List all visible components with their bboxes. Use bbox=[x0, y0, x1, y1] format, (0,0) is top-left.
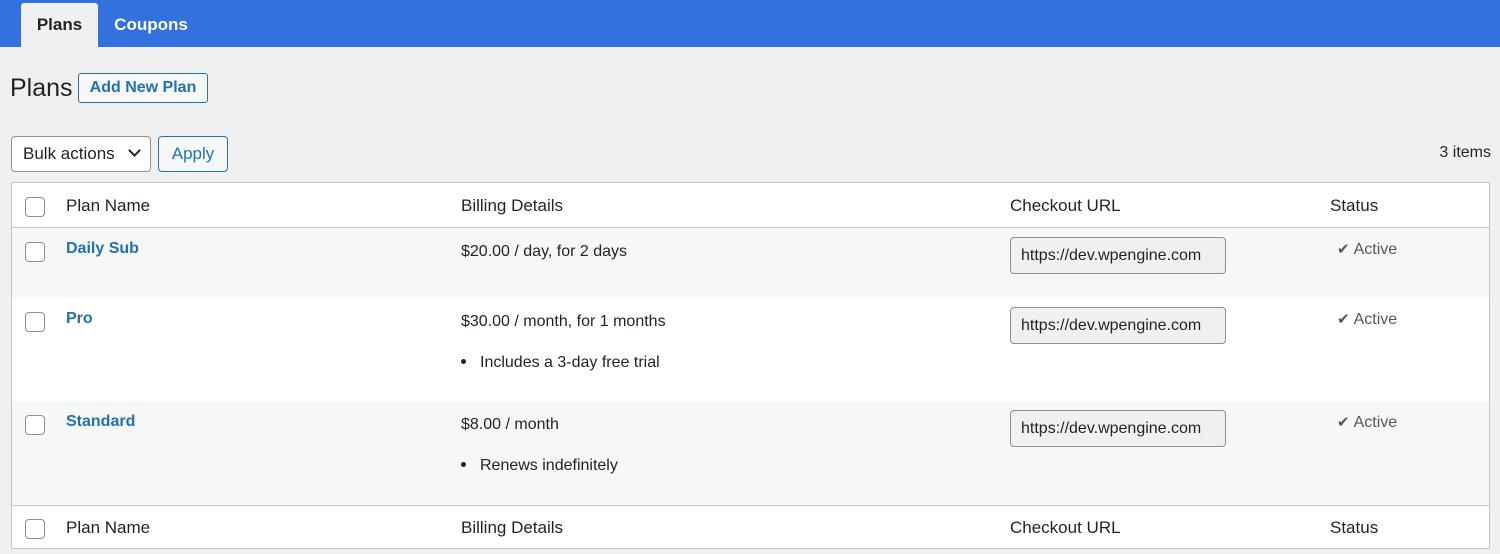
column-footer-billing-details: Billing Details bbox=[461, 518, 564, 537]
apply-button[interactable]: Apply bbox=[158, 136, 228, 172]
select-all-checkbox[interactable] bbox=[25, 197, 45, 217]
checkmark-icon: ✔ bbox=[1337, 241, 1350, 258]
billing-details: $30.00 / month, for 1 months bbox=[461, 313, 666, 330]
column-header-checkout-url: Checkout URL bbox=[1010, 196, 1121, 215]
tab-plans[interactable]: Plans bbox=[21, 3, 98, 47]
billing-note-text: Includes a 3-day free trial bbox=[480, 354, 660, 371]
bullet-icon bbox=[461, 461, 466, 467]
select-all-checkbox-footer[interactable] bbox=[25, 519, 45, 539]
plan-name-link[interactable]: Standard bbox=[66, 413, 135, 431]
table-row: Standard $8.00 / month Renews indefinite… bbox=[12, 401, 1489, 505]
row-checkbox[interactable] bbox=[25, 415, 45, 435]
column-header-billing-details: Billing Details bbox=[461, 196, 564, 215]
column-footer-status: Status bbox=[1330, 518, 1379, 537]
column-header-plan-name[interactable]: Plan Name bbox=[66, 183, 150, 228]
top-tab-bar: Plans Coupons bbox=[0, 0, 1500, 47]
plans-table: Plan Name Billing Details Checkout URL S… bbox=[11, 182, 1490, 549]
table-footer: Plan Name Billing Details Checkout URL S… bbox=[12, 505, 1489, 548]
status-badge: ✔ Active bbox=[1337, 310, 1397, 329]
column-footer-checkout-url: Checkout URL bbox=[1010, 518, 1121, 537]
status-badge: ✔ Active bbox=[1337, 240, 1397, 259]
billing-note: Renews indefinitely bbox=[461, 457, 618, 475]
row-checkbox[interactable] bbox=[25, 312, 45, 332]
tab-coupons[interactable]: Coupons bbox=[102, 3, 200, 47]
table-row: Pro $30.00 / month, for 1 months Include… bbox=[12, 298, 1489, 401]
checkout-url-field[interactable] bbox=[1010, 307, 1226, 344]
chevron-down-icon bbox=[128, 144, 141, 157]
status-label: Active bbox=[1353, 311, 1398, 328]
status-badge: ✔ Active bbox=[1337, 413, 1397, 432]
bulk-actions-label: Bulk actions bbox=[23, 144, 115, 163]
status-label: Active bbox=[1353, 414, 1398, 431]
column-footer-plan-name[interactable]: Plan Name bbox=[66, 506, 150, 549]
checkout-url-field[interactable] bbox=[1010, 237, 1226, 274]
page-title: Plans bbox=[10, 74, 73, 102]
table-header: Plan Name Billing Details Checkout URL S… bbox=[12, 183, 1489, 228]
column-header-status: Status bbox=[1330, 196, 1379, 215]
plan-name-link[interactable]: Pro bbox=[66, 310, 93, 328]
billing-details: $20.00 / day, for 2 days bbox=[461, 243, 628, 260]
table-row: Daily Sub $20.00 / day, for 2 days ✔Acti… bbox=[12, 228, 1489, 298]
item-count: 3 items bbox=[1439, 144, 1491, 161]
row-checkbox[interactable] bbox=[25, 242, 45, 262]
billing-note: Includes a 3-day free trial bbox=[461, 354, 660, 372]
checkmark-icon: ✔ bbox=[1337, 414, 1350, 431]
plan-name-link[interactable]: Daily Sub bbox=[66, 240, 139, 258]
billing-note-text: Renews indefinitely bbox=[480, 457, 618, 474]
status-label: Active bbox=[1353, 241, 1398, 258]
checkmark-icon: ✔ bbox=[1337, 311, 1350, 328]
billing-details: $8.00 / month bbox=[461, 416, 559, 433]
bulk-actions-select[interactable]: Bulk actions bbox=[11, 136, 151, 172]
checkout-url-field[interactable] bbox=[1010, 410, 1226, 447]
bullet-icon bbox=[461, 358, 466, 364]
add-new-plan-button[interactable]: Add New Plan bbox=[78, 73, 208, 103]
